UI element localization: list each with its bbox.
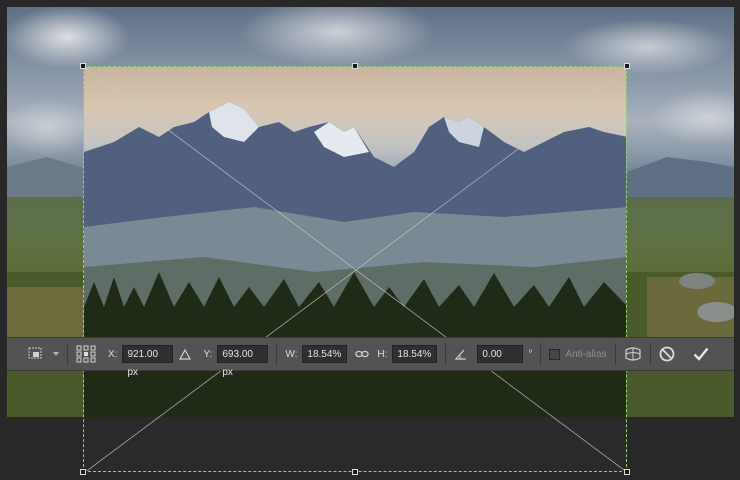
y-position-field[interactable]: 693.00 px: [217, 345, 269, 378]
handle-bottom-left[interactable]: [80, 469, 86, 475]
reference-point-icon: [76, 345, 96, 363]
divider: [649, 343, 651, 365]
divider: [445, 343, 447, 365]
anti-alias-label: Anti-alias: [565, 348, 607, 360]
divider: [67, 343, 68, 365]
anti-alias-checkbox[interactable]: Anti-alias: [549, 348, 607, 360]
handle-top-left[interactable]: [80, 63, 86, 69]
anti-alias-checkbox-box[interactable]: [549, 348, 561, 360]
transform-presets-icon: [27, 346, 47, 362]
angle-icon: [454, 348, 468, 360]
cancel-icon[interactable]: [659, 346, 675, 362]
w-label: W:: [285, 348, 298, 360]
divider: [614, 343, 616, 365]
transform-bounding-box[interactable]: [83, 66, 627, 472]
delta-icon[interactable]: [179, 348, 192, 360]
rotation-angle-field[interactable]: 0.00: [477, 345, 524, 363]
divider: [276, 343, 278, 365]
transform-diagonals: [84, 67, 626, 471]
commit-icon[interactable]: [693, 347, 709, 361]
reference-point-locator[interactable]: [76, 345, 96, 363]
divider: [540, 343, 542, 365]
degree-symbol: °: [528, 348, 533, 360]
width-field[interactable]: 18.54%: [302, 345, 348, 363]
h-label: H:: [377, 348, 388, 360]
link-icon[interactable]: [355, 349, 370, 359]
free-transform-options-bar: X: 921.00 px Y: 693.00 px W: 18.54% H: 1…: [7, 337, 734, 378]
warp-icon[interactable]: [624, 346, 642, 362]
handle-top-right[interactable]: [624, 63, 630, 69]
y-label: Y:: [203, 348, 213, 360]
handle-bottom-center[interactable]: [352, 469, 358, 475]
x-position-field[interactable]: 921.00 px: [122, 345, 174, 378]
transform-presets-dropdown[interactable]: [27, 346, 59, 362]
canvas-area: [0, 0, 740, 480]
handle-top-center[interactable]: [352, 63, 358, 69]
x-label: X:: [108, 348, 118, 360]
height-field[interactable]: 18.54%: [392, 345, 438, 363]
handle-bottom-right[interactable]: [624, 469, 630, 475]
chevron-down-icon: [53, 352, 59, 356]
